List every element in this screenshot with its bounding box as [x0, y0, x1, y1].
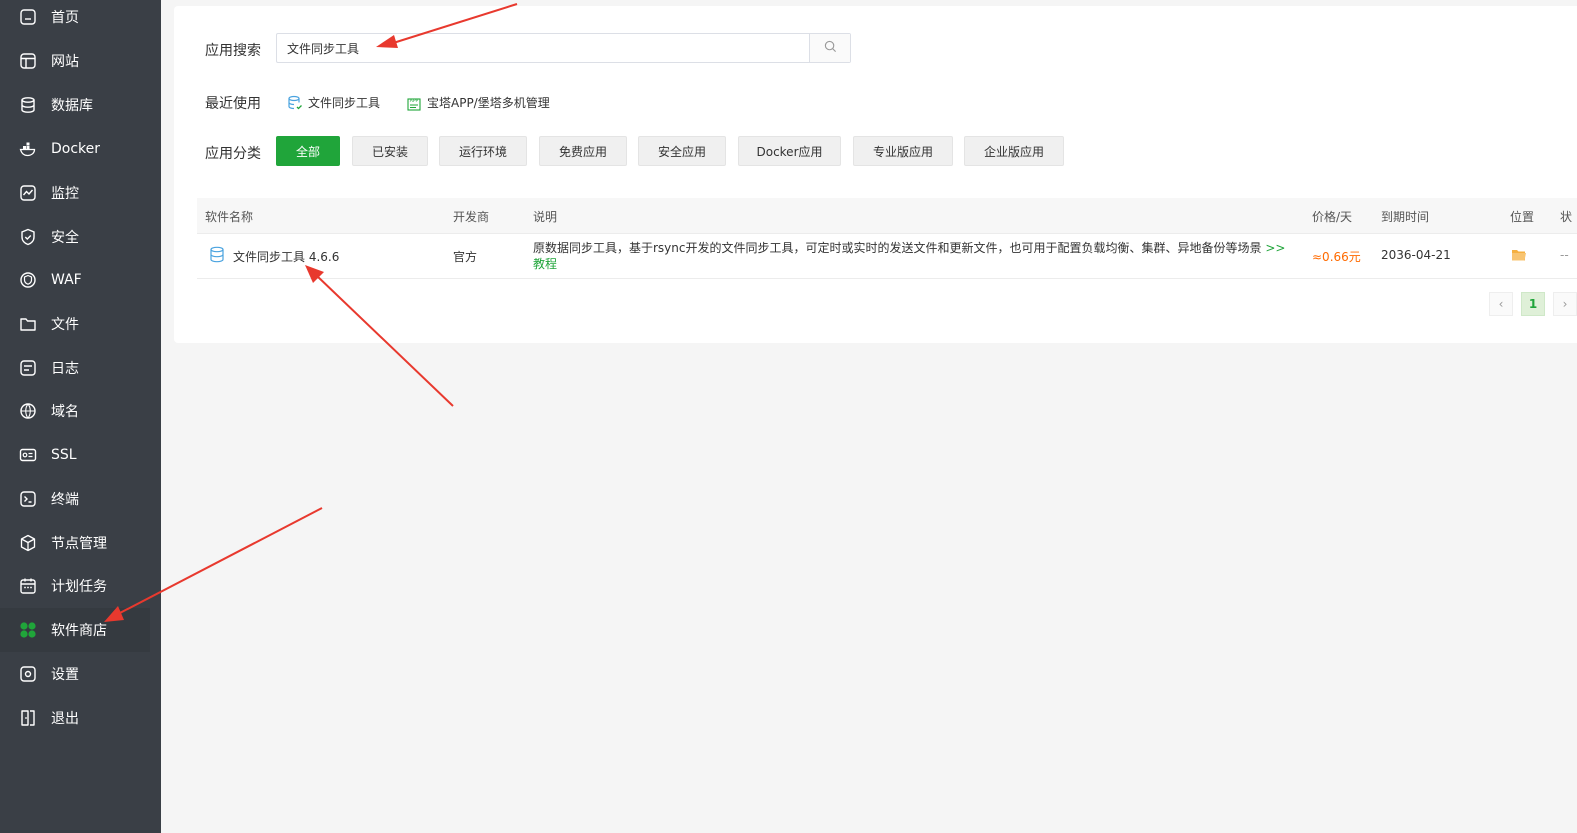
search-input[interactable]	[277, 34, 809, 62]
sidebar-item-website[interactable]: 网站	[0, 39, 150, 83]
sidebar-item-label: SSL	[51, 447, 77, 463]
sidebar-item-label: 软件商店	[51, 623, 107, 639]
recent-item-bt-app[interactable]: APP 宝塔APP/堡塔多机管理	[406, 94, 550, 111]
sidebar-item-label: 日志	[51, 361, 79, 377]
sidebar-item-node-management[interactable]: 节点管理	[0, 521, 150, 565]
category-docker-button[interactable]: Docker应用	[738, 136, 841, 166]
sidebar-item-settings[interactable]: 设置	[0, 652, 150, 696]
software-name[interactable]: 文件同步工具 4.6.6	[233, 248, 339, 265]
shield-icon	[19, 228, 37, 246]
sidebar-item-logs[interactable]: 日志	[0, 346, 150, 390]
category-runtime-button[interactable]: 运行环境	[439, 136, 527, 166]
file-sync-icon	[287, 95, 303, 111]
sidebar-item-database[interactable]: 数据库	[0, 83, 150, 127]
category-security-button[interactable]: 安全应用	[638, 136, 726, 166]
sidebar-item-scheduled-tasks[interactable]: 计划任务	[0, 564, 150, 608]
category-pro-button[interactable]: 专业版应用	[853, 136, 953, 166]
ssl-icon	[19, 446, 37, 464]
docker-icon	[19, 140, 37, 158]
sidebar-item-label: WAF	[51, 272, 82, 288]
sidebar-item-logout[interactable]: 退出	[0, 696, 150, 740]
recent-item-label: 宝塔APP/堡塔多机管理	[427, 96, 550, 110]
database-icon	[19, 96, 37, 114]
table-row[interactable]: 文件同步工具 4.6.6 官方 原数据同步工具，基于rsync开发的文件同步工具…	[197, 234, 1577, 279]
sidebar-item-home[interactable]: 首页	[0, 0, 150, 39]
search-box	[276, 33, 851, 63]
cube-icon	[19, 534, 37, 552]
column-header-developer: 开发商	[453, 210, 490, 224]
sidebar-item-label: 文件	[51, 317, 79, 333]
recent-item-file-sync[interactable]: 文件同步工具	[287, 94, 380, 111]
website-icon	[19, 52, 37, 70]
logout-icon	[19, 709, 37, 727]
pagination-page-1[interactable]: 1	[1521, 292, 1545, 316]
sidebar-item-label: 计划任务	[51, 579, 107, 595]
sidebar-item-label: 节点管理	[51, 536, 107, 552]
waf-icon	[19, 271, 37, 289]
sidebar-item-docker[interactable]: Docker	[0, 127, 150, 171]
table-header: 软件名称 开发商 说明 价格/天 到期时间 位置 状	[197, 198, 1577, 234]
sidebar-item-domain[interactable]: 域名	[0, 389, 150, 433]
settings-icon	[19, 665, 37, 683]
column-header-price: 价格/天	[1312, 210, 1353, 224]
category-all-button[interactable]: 全部	[276, 136, 340, 166]
software-expiry: 2036-04-21	[1381, 248, 1451, 262]
software-price: ≈0.66元	[1312, 250, 1361, 264]
software-developer: 官方	[453, 250, 478, 264]
column-header-name: 软件名称	[205, 210, 254, 224]
column-header-description: 说明	[533, 210, 558, 224]
folder-icon	[19, 315, 37, 333]
sidebar-item-label: 终端	[51, 492, 79, 508]
sidebar-item-label: 数据库	[51, 98, 93, 114]
software-status: --	[1560, 248, 1569, 262]
sidebar-item-label: 监控	[51, 186, 79, 202]
category-enterprise-button[interactable]: 企业版应用	[964, 136, 1064, 166]
sidebar-item-label: 退出	[51, 711, 79, 727]
search-icon	[824, 40, 837, 57]
column-header-expiry: 到期时间	[1381, 210, 1430, 224]
recent-label: 最近使用	[205, 96, 261, 112]
column-header-location: 位置	[1510, 210, 1535, 224]
category-label: 应用分类	[205, 146, 261, 162]
column-header-status: 状	[1560, 210, 1573, 224]
sidebar-item-ssl[interactable]: SSL	[0, 433, 150, 477]
sidebar-item-label: 设置	[51, 667, 79, 683]
sidebar-item-label: 域名	[51, 404, 79, 420]
sidebar-item-waf[interactable]: WAF	[0, 258, 150, 302]
search-label: 应用搜索	[205, 43, 261, 59]
clover-icon	[19, 621, 37, 639]
sidebar-item-monitor[interactable]: 监控	[0, 171, 150, 215]
sidebar-item-label: 安全	[51, 230, 79, 246]
recent-item-label: 文件同步工具	[308, 96, 381, 110]
sidebar-item-label: 网站	[51, 54, 79, 70]
category-free-button[interactable]: 免费应用	[539, 136, 627, 166]
pagination-next-button[interactable]: ›	[1553, 292, 1577, 316]
folder-open-icon[interactable]	[1511, 248, 1527, 265]
software-store-panel: 应用搜索 最近使用 文件同步工具 APP 宝塔APP/堡塔多机管理 应用分类 全…	[174, 6, 1577, 343]
sidebar-item-label: 首页	[51, 10, 79, 26]
svg-text:APP: APP	[410, 98, 419, 104]
sidebar-item-files[interactable]: 文件	[0, 302, 150, 346]
calendar-icon	[19, 577, 37, 595]
sidebar-item-terminal[interactable]: 终端	[0, 477, 150, 521]
app-icon: APP	[406, 95, 422, 111]
software-icon	[209, 246, 225, 267]
search-button[interactable]	[809, 34, 850, 62]
globe-icon	[19, 402, 37, 420]
sidebar: 首页 网站 数据库 Docker 监控 安全 WAF 文件 日志 域名 SSL	[0, 0, 161, 833]
sidebar-item-software-store[interactable]: 软件商店	[0, 608, 150, 652]
sidebar-item-label: Docker	[51, 141, 101, 157]
monitor-icon	[19, 184, 37, 202]
terminal-icon	[19, 490, 37, 508]
software-description-text: 原数据同步工具，基于rsync开发的文件同步工具，可定时或实时的发送文件和更新文…	[533, 241, 1262, 255]
log-icon	[19, 359, 37, 377]
sidebar-item-security[interactable]: 安全	[0, 215, 150, 259]
category-installed-button[interactable]: 已安装	[352, 136, 428, 166]
pagination-prev-button[interactable]: ‹	[1489, 292, 1513, 316]
software-description: 原数据同步工具，基于rsync开发的文件同步工具，可定时或实时的发送文件和更新文…	[533, 240, 1293, 272]
home-icon	[19, 8, 37, 26]
